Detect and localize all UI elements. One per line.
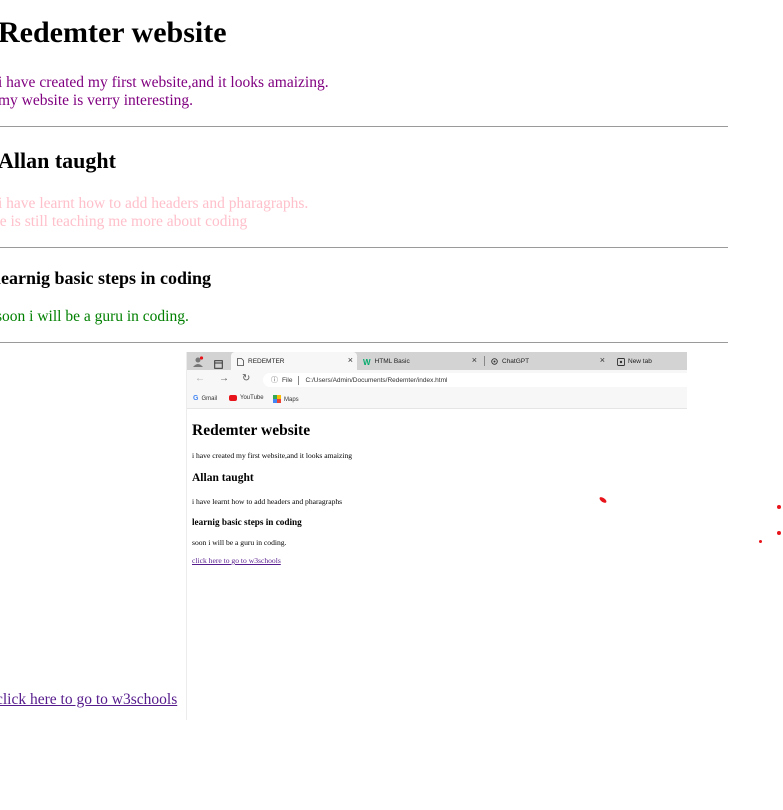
paragraph-1-line-1: i have created my first website,and it l… xyxy=(0,74,329,91)
embedded-page-title: Redemter website xyxy=(192,422,311,439)
newtab-icon xyxy=(617,357,625,366)
forward-arrow-icon: → xyxy=(219,373,229,384)
embedded-w3schools-link: click here to go to w3schools xyxy=(192,556,281,565)
paragraph-2-line-1: i have learnt how to add headers and pha… xyxy=(0,195,309,212)
youtube-icon xyxy=(229,395,237,401)
section-heading-coding: learnig basic steps in coding xyxy=(0,268,212,288)
bookmark-label: Maps xyxy=(284,397,299,403)
embedded-heading-allan: Allan taught xyxy=(192,472,254,484)
divider-3 xyxy=(0,342,728,343)
divider-2 xyxy=(0,247,728,248)
tab-label: ChatGPT xyxy=(502,357,530,365)
tab-chatgpt: ChatGPT × xyxy=(485,352,609,370)
bookmark-label: Gmail xyxy=(201,395,218,402)
section-heading-allan: Allan taught xyxy=(0,148,116,173)
bookmarks-bar: G Gmail YouTube Maps xyxy=(187,390,687,409)
red-mark xyxy=(777,531,781,535)
paragraph-2-line-2: he is still teaching me more about codin… xyxy=(0,213,248,230)
embedded-paragraph-3: soon i will be a guru in coding. xyxy=(192,538,287,547)
address-bar: ← → ↻ ⓘ File C:/Users/Admin/Documents/Re… xyxy=(187,370,687,390)
tab-label: REDEMTER xyxy=(248,357,285,365)
tab-html-basic: W HTML Basic × xyxy=(357,352,481,370)
tab-bar: REDEMTER × W HTML Basic × ChatGPT × New … xyxy=(187,352,687,370)
url-path: C:/Users/Admin/Documents/Redemter/index.… xyxy=(305,376,448,384)
chatgpt-icon xyxy=(491,357,498,365)
reload-icon: ↻ xyxy=(242,373,251,384)
embedded-paragraph-2: i have learnt how to add headers and pha… xyxy=(192,497,343,506)
bookmark-gmail: G Gmail xyxy=(193,395,217,402)
bookmark-youtube: YouTube xyxy=(229,395,264,401)
page-title: Redemter website xyxy=(0,16,227,49)
embedded-page-content: Redemter website i have created my first… xyxy=(187,409,687,720)
paragraph-1-line-2: my website is verry interesting. xyxy=(0,92,193,109)
paragraph-3: soon i will be a guru in coding. xyxy=(0,308,189,325)
w3schools-link[interactable]: click here to go to w3schools xyxy=(0,691,177,709)
red-mark xyxy=(759,540,762,543)
w3schools-icon: W xyxy=(363,357,371,367)
embedded-heading-coding: learnig basic steps in coding xyxy=(192,517,302,527)
red-mark xyxy=(777,505,781,509)
bookmark-label: YouTube xyxy=(240,395,264,401)
tab-label: New tab xyxy=(628,357,652,365)
tab-redemter: REDEMTER × xyxy=(231,352,357,370)
embedded-browser-screenshot: REDEMTER × W HTML Basic × ChatGPT × New … xyxy=(186,352,687,720)
back-arrow-icon: ← xyxy=(195,373,205,384)
embedded-paragraph-1: i have created my first website,and it l… xyxy=(192,451,353,460)
tab-new-tab: New tab xyxy=(611,352,687,370)
url-scheme-label: File xyxy=(282,376,293,384)
close-icon: × xyxy=(347,355,353,365)
google-icon: G xyxy=(193,395,199,402)
info-icon: ⓘ xyxy=(271,377,278,384)
url-separator xyxy=(298,375,300,385)
close-icon: × xyxy=(599,355,605,365)
url-field: ⓘ File C:/Users/Admin/Documents/Redemter… xyxy=(263,373,687,387)
bookmark-maps: Maps xyxy=(273,395,299,405)
divider-1 xyxy=(0,126,728,127)
maps-icon xyxy=(273,395,281,405)
close-icon: × xyxy=(471,355,477,365)
file-icon xyxy=(237,357,244,366)
tab-label: HTML Basic xyxy=(374,357,410,365)
